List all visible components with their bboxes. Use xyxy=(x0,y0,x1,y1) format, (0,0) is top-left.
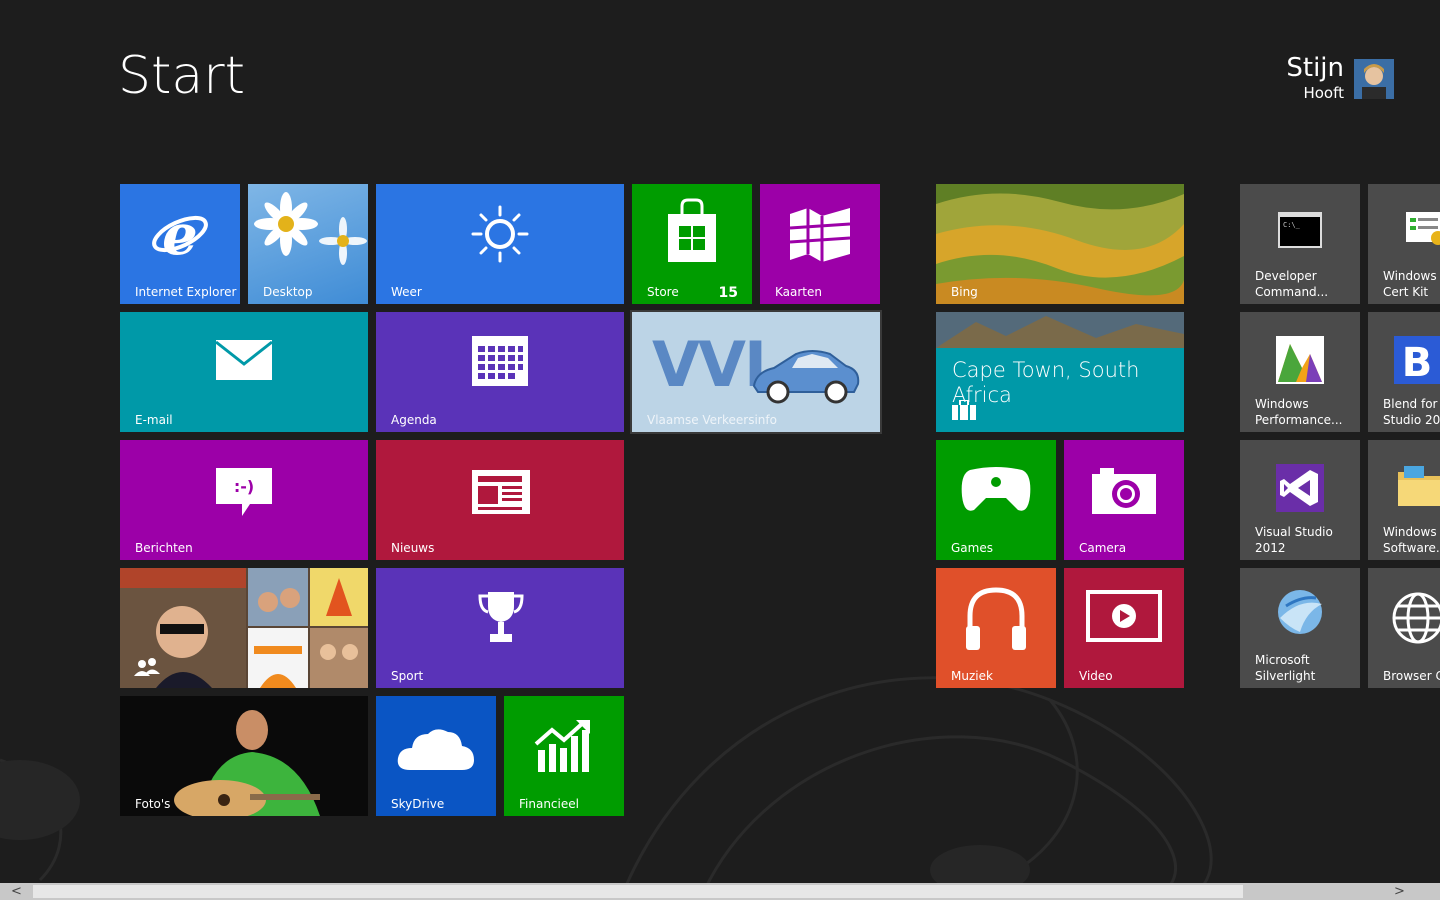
tile-label: Financieel xyxy=(519,797,579,811)
tile-sport[interactable]: Sport xyxy=(376,568,624,688)
tile-label: Vlaamse Verkeersinfo xyxy=(647,413,777,427)
suitcase-icon xyxy=(952,400,976,420)
video-icon xyxy=(1086,590,1162,642)
tile-label: Windows Performance... xyxy=(1255,397,1343,427)
tile-label: Weer xyxy=(391,285,422,299)
svg-text:C:\_: C:\_ xyxy=(1283,221,1301,229)
tile-label: Nieuws xyxy=(391,541,435,555)
tile-people[interactable] xyxy=(120,568,368,688)
tile-label: Browser Choice xyxy=(1383,669,1440,683)
svg-text:e: e xyxy=(162,204,198,264)
tile-games[interactable]: Games xyxy=(936,440,1056,560)
tile-skydrive[interactable]: SkyDrive xyxy=(376,696,496,816)
tile-label: Sport xyxy=(391,669,424,683)
tile-visual-studio[interactable]: Visual Studio 2012 xyxy=(1240,440,1360,560)
tile-label: Store xyxy=(647,285,679,299)
blend-icon: B xyxy=(1394,336,1440,384)
store-bag-icon xyxy=(668,198,716,262)
tile-label: Microsoft Silverlight xyxy=(1255,653,1316,683)
svg-text:B: B xyxy=(1402,340,1433,384)
tile-vlaamse-verkeersinfo[interactable]: VVI Vlaamse Verkeersinfo xyxy=(630,310,882,434)
tile-label: Games xyxy=(951,541,993,555)
tile-label: SkyDrive xyxy=(391,797,445,811)
gamepad-icon xyxy=(961,467,1031,511)
tile-label: Blend for Visual Studio 2012 xyxy=(1383,397,1440,427)
chat-bubble-icon: :-) xyxy=(216,468,272,516)
svg-text::-): :-) xyxy=(234,477,254,496)
tile-browser-choice[interactable]: Browser Choice xyxy=(1368,568,1440,688)
tile-label: Visual Studio 2012 xyxy=(1255,525,1333,555)
performance-toolkit-icon xyxy=(1276,336,1324,384)
tile-windows-software[interactable]: Windows Software... xyxy=(1368,440,1440,560)
tile-agenda[interactable]: Agenda xyxy=(376,312,624,432)
tile-label: Windows App Cert Kit xyxy=(1383,269,1440,299)
tile-internet-explorer[interactable]: e Internet Explorer xyxy=(120,184,240,304)
store-badge: 15 xyxy=(718,285,738,301)
tile-label: Video xyxy=(1079,669,1113,683)
tile-label: Internet Explorer xyxy=(135,285,237,299)
headphones-icon xyxy=(966,587,1026,650)
tile-kaarten[interactable]: Kaarten xyxy=(760,184,880,304)
tile-email[interactable]: E-mail xyxy=(120,312,368,432)
tile-camera[interactable]: Camera xyxy=(1064,440,1184,560)
tile-fotos[interactable]: Foto's xyxy=(120,696,368,816)
tile-windows-app-cert[interactable]: Windows App Cert Kit xyxy=(1368,184,1440,304)
tile-developer-command[interactable]: C:\_ Developer Command... xyxy=(1240,184,1360,304)
horizontal-scrollbar[interactable]: < > xyxy=(0,883,1440,900)
user-last-name: Hooft xyxy=(1303,84,1344,102)
tile-label: Desktop xyxy=(263,285,313,299)
people-photos-collage xyxy=(120,568,368,688)
tile-windows-performance[interactable]: Windows Performance... xyxy=(1240,312,1360,432)
tile-label: Muziek xyxy=(951,669,993,683)
tile-financieel[interactable]: Financieel xyxy=(504,696,624,816)
tile-bing[interactable]: Bing xyxy=(936,184,1184,304)
tile-store[interactable]: Store 15 xyxy=(632,184,752,304)
globe-icon xyxy=(1392,592,1440,644)
envelope-icon xyxy=(216,340,272,380)
vvi-logo-text: VVI xyxy=(652,328,767,401)
travel-title: Cape Town, South Africa xyxy=(952,358,1140,407)
tile-weer[interactable]: Weer xyxy=(376,184,624,304)
tile-video[interactable]: Video xyxy=(1064,568,1184,688)
tile-label: Kaarten xyxy=(775,285,822,299)
internet-explorer-icon: e xyxy=(152,204,208,264)
tile-muziek[interactable]: Muziek xyxy=(936,568,1056,688)
sun-icon xyxy=(471,205,529,263)
page-title: Start xyxy=(118,46,246,106)
tile-label: Camera xyxy=(1079,541,1127,555)
tile-label: Berichten xyxy=(135,541,193,555)
tile-berichten[interactable]: :-) Berichten xyxy=(120,440,368,560)
tile-silverlight[interactable]: Microsoft Silverlight xyxy=(1240,568,1360,688)
trophy-icon xyxy=(478,592,524,642)
stock-chart-icon xyxy=(534,720,590,772)
car-icon xyxy=(752,350,860,404)
tile-label: Foto's xyxy=(135,797,171,811)
silverlight-icon xyxy=(1278,590,1322,634)
tile-blend[interactable]: B Blend for Visual Studio 2012 xyxy=(1368,312,1440,432)
user-first-name: Stijn xyxy=(1286,53,1344,83)
certificate-icon xyxy=(1406,212,1440,245)
calendar-icon xyxy=(472,336,528,386)
scroll-left-arrow[interactable]: < xyxy=(0,883,33,900)
user-account[interactable]: Stijn Hooft xyxy=(1194,55,1394,105)
tile-travel[interactable]: Cape Town, South Africa xyxy=(936,312,1184,432)
tile-label: Agenda xyxy=(391,413,437,427)
tile-nieuws[interactable]: Nieuws xyxy=(376,440,624,560)
map-icon xyxy=(789,208,851,262)
tile-label: Developer Command... xyxy=(1255,269,1329,299)
command-prompt-icon: C:\_ xyxy=(1278,212,1322,248)
tile-label: E-mail xyxy=(135,413,173,427)
user-avatar xyxy=(1354,59,1394,99)
scroll-right-arrow[interactable]: > xyxy=(1383,883,1416,900)
folder-icon xyxy=(1398,466,1440,506)
tile-label: Bing xyxy=(951,285,978,299)
tile-label: Windows Software... xyxy=(1383,525,1440,555)
newspaper-icon xyxy=(472,470,530,514)
cloud-icon xyxy=(397,729,474,770)
camera-icon xyxy=(1092,468,1156,514)
scroll-thumb[interactable] xyxy=(33,885,1243,898)
visual-studio-icon xyxy=(1276,464,1324,512)
mountain-photo-strip xyxy=(936,312,1184,348)
tile-desktop[interactable]: Desktop xyxy=(248,184,368,304)
